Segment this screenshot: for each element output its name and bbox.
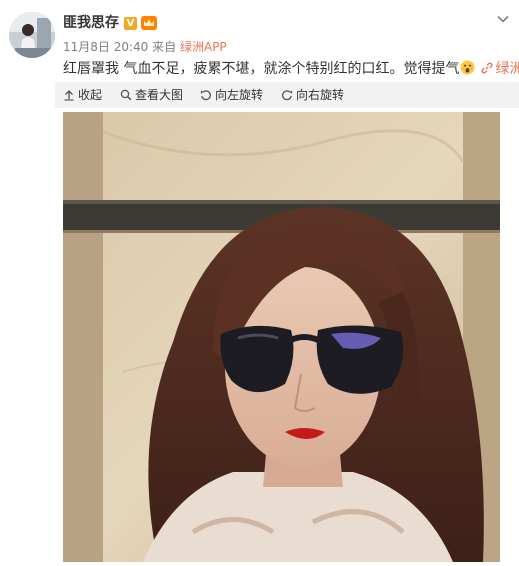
chevron-down-icon[interactable] bbox=[496, 12, 510, 26]
username[interactable]: 匪我思存 bbox=[63, 14, 119, 32]
source-prefix: 来自 bbox=[152, 40, 177, 54]
verified-v-icon: V bbox=[124, 16, 137, 30]
crown-icon[interactable] bbox=[141, 16, 157, 30]
image-toolbar: 收起 查看大图 向左旋转 向右旋转 bbox=[55, 82, 519, 108]
username-row: 匪我思存 V bbox=[63, 14, 157, 32]
rotate-left-label: 向左旋转 bbox=[215, 88, 264, 102]
post-image[interactable] bbox=[63, 112, 500, 562]
weibo-post-card: 匪我思存 V 11月8日 20:40 来自 绿洲APP 红唇罩我 气血不足，疲累… bbox=[0, 0, 519, 566]
oasis-link[interactable]: 绿洲 bbox=[481, 61, 519, 77]
post-body: 红唇罩我 气血不足，疲累不堪，就涂个特别红的口红。觉得提气 bbox=[63, 61, 460, 77]
rotate-left-button[interactable]: 向左旋转 bbox=[200, 88, 263, 102]
magnifier-icon bbox=[120, 89, 132, 101]
avatar-image bbox=[9, 12, 55, 58]
rotate-right-label: 向右旋转 bbox=[296, 88, 345, 102]
post-date[interactable]: 11月8日 20:40 bbox=[63, 40, 148, 54]
view-large-button[interactable]: 查看大图 bbox=[120, 88, 183, 102]
collapse-label: 收起 bbox=[78, 88, 103, 102]
view-large-label: 查看大图 bbox=[135, 88, 184, 102]
avatar[interactable] bbox=[9, 12, 55, 58]
surprised-face-emoji-icon bbox=[460, 60, 475, 75]
oasis-link-label: 绿洲 bbox=[495, 61, 519, 77]
selfie-photo bbox=[63, 112, 500, 562]
post-text: 红唇罩我 气血不足，疲累不堪，就涂个特别红的口红。觉得提气 绿洲 bbox=[63, 60, 519, 78]
collapse-button[interactable]: 收起 bbox=[63, 88, 102, 102]
rotate-left-icon bbox=[200, 90, 211, 101]
post-meta: 11月8日 20:40 来自 绿洲APP bbox=[63, 40, 227, 54]
rotate-right-icon bbox=[282, 90, 293, 101]
collapse-up-icon bbox=[64, 90, 74, 101]
rotate-right-button[interactable]: 向右旋转 bbox=[281, 88, 344, 102]
link-icon bbox=[481, 62, 493, 74]
source-link[interactable]: 绿洲APP bbox=[180, 40, 227, 54]
